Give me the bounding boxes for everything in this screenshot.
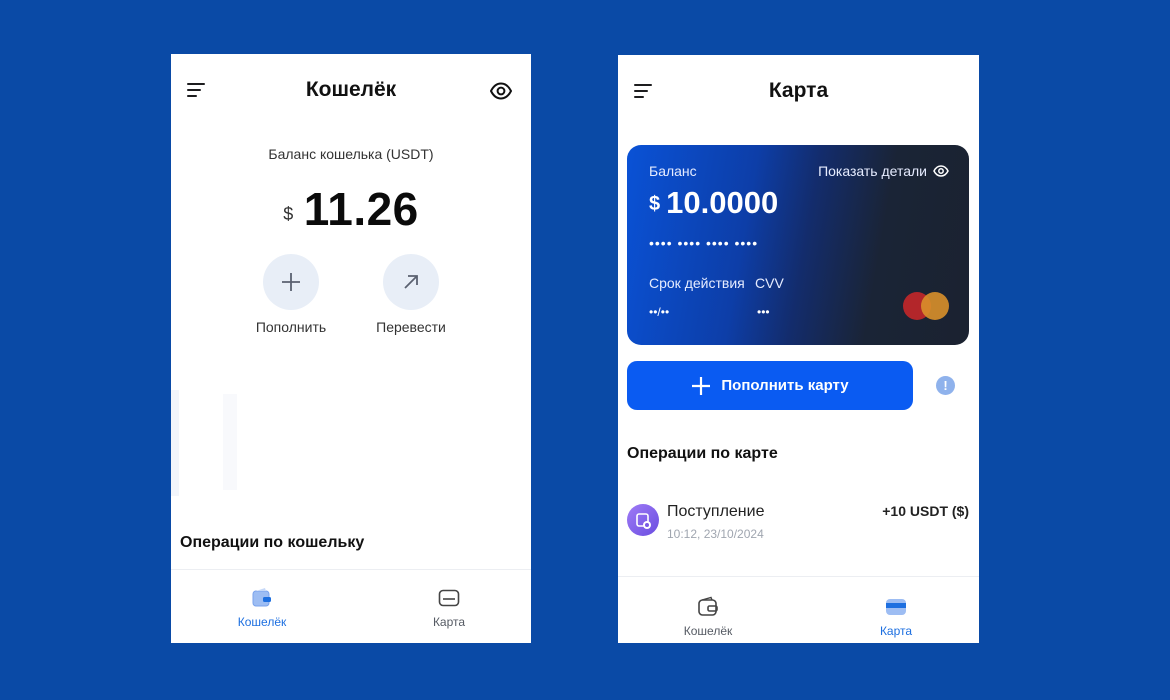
balance-amount: 11.26 <box>303 183 419 235</box>
expiry-value: ••/•• <box>649 305 670 319</box>
page-title: Кошелёк <box>305 78 397 101</box>
balance-label: Баланс кошелька (USDT) <box>268 146 434 162</box>
tab-card-label: Карта <box>879 624 913 638</box>
tab-wallet-label: Кошелёк <box>237 615 287 629</box>
eye-icon[interactable] <box>490 82 512 100</box>
operation-title: Поступление <box>667 503 765 520</box>
tab-wallet[interactable]: Кошелёк <box>202 586 322 629</box>
tab-bar: Кошелёк Карта <box>618 576 979 643</box>
operation-time: 10:12, 23/10/2024 <box>667 527 764 541</box>
list-item[interactable]: Поступление 10:12, 23/10/2024 +10 USDT (… <box>627 501 969 541</box>
balance-currency: $ <box>283 204 294 224</box>
plus-icon <box>282 273 300 291</box>
card-header: Карта <box>618 55 979 129</box>
wallet-header: Кошелёк <box>171 54 531 128</box>
plus-icon <box>692 376 711 395</box>
show-details-button[interactable]: Показать детали <box>818 163 949 179</box>
eye-icon <box>933 165 949 177</box>
card-currency: $ <box>649 193 661 215</box>
card-icon <box>886 599 906 615</box>
transfer-button[interactable] <box>383 254 439 310</box>
topup-button[interactable] <box>263 254 319 310</box>
card-balance-label: Баланс <box>649 163 697 179</box>
arrow-up-right-icon <box>404 275 418 289</box>
page-title: Карта <box>768 79 829 102</box>
tab-bar: Кошелёк Карта <box>171 569 531 643</box>
topup-label: Пополнить <box>255 319 327 335</box>
placeholder-block <box>171 390 179 496</box>
card-screen: Карта Баланс Показать детали $10.0000 ••… <box>618 55 979 643</box>
tab-card-label: Карта <box>432 615 466 629</box>
tab-wallet-label: Кошелёк <box>683 624 733 638</box>
balance-display: $ 11.26 <box>171 182 531 236</box>
bank-card: Баланс Показать детали $10.0000 •••• •••… <box>627 145 969 345</box>
card-amount: 10.0000 <box>666 185 779 220</box>
incoming-icon <box>627 504 659 536</box>
wallet-icon <box>698 596 718 616</box>
placeholder-block <box>223 394 237 490</box>
tab-wallet[interactable]: Кошелёк <box>648 595 768 638</box>
card-number: •••• •••• •••• •••• <box>649 235 759 251</box>
info-icon[interactable]: ! <box>936 376 955 395</box>
card-balance: $10.0000 <box>649 185 778 221</box>
tab-card[interactable]: Карта <box>836 595 956 638</box>
transfer-action[interactable]: Перевести <box>361 254 461 335</box>
topup-card-label: Пополнить карту <box>721 377 849 394</box>
tab-card[interactable]: Карта <box>389 586 509 629</box>
show-details-label: Показать детали <box>818 163 927 179</box>
mastercard-logo-icon <box>903 292 949 320</box>
transfer-label: Перевести <box>376 319 446 335</box>
cvv-label: CVV <box>755 275 784 291</box>
wallet-icon <box>252 588 271 607</box>
expiry-label: Срок действия <box>649 275 745 291</box>
wallet-screen: Кошелёк Баланс кошелька (USDT) $ 11.26 П… <box>171 54 531 643</box>
topup-action[interactable]: Пополнить <box>241 254 341 335</box>
card-icon <box>438 589 460 607</box>
wallet-operations-title: Операции по кошельку <box>180 534 365 551</box>
card-operations-title: Операции по карте <box>627 445 778 462</box>
operation-amount: +10 USDT ($) <box>882 503 969 519</box>
topup-card-button[interactable]: Пополнить карту <box>627 361 913 410</box>
cvv-value: ••• <box>757 305 770 319</box>
